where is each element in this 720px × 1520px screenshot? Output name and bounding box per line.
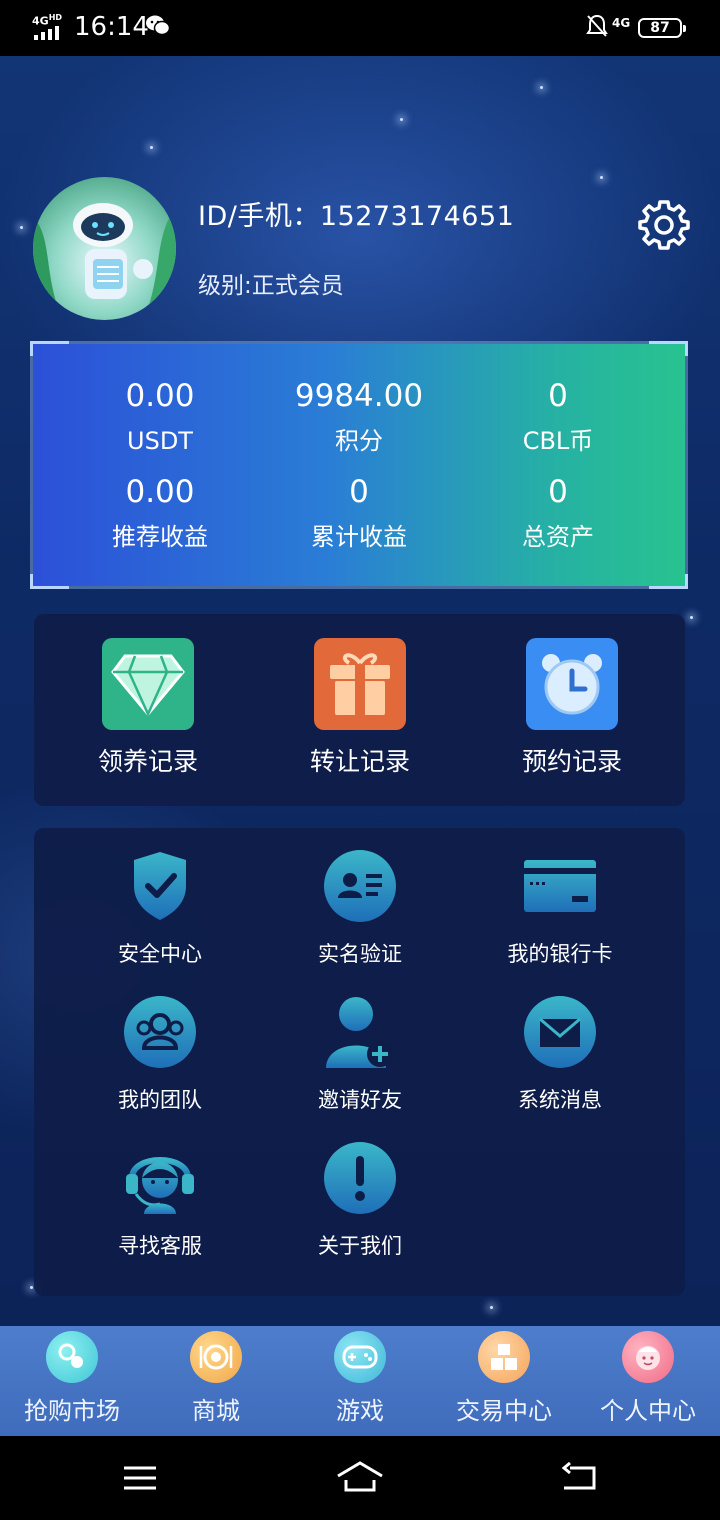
user-id-phone: ID/手机：15273174651: [198, 201, 515, 232]
asset-value: 0.00: [125, 474, 195, 510]
real-name-verification-button[interactable]: 实名验证: [260, 848, 460, 968]
corner-decoration: [649, 574, 688, 589]
tab-label: 个人中心: [600, 1397, 696, 1425]
headset-icon: [126, 1157, 194, 1214]
tab-label: 抢购市场: [24, 1397, 120, 1425]
service-label: 系统消息: [518, 1088, 602, 1112]
clock: 16:14: [74, 12, 149, 42]
alarm-clock-icon: [526, 638, 618, 730]
tab-rush-market[interactable]: 抢购市场: [0, 1326, 144, 1436]
asset-label: 积分: [335, 427, 383, 455]
wechat-icon: [146, 15, 170, 36]
tab-personal-center[interactable]: 个人中心: [576, 1326, 720, 1436]
asset-total-assets: 0 总资产: [458, 474, 658, 552]
service-label: 我的团队: [118, 1088, 202, 1112]
user-level: 级别:正式会员: [198, 273, 344, 299]
asset-value: 9984.00: [294, 378, 424, 414]
asset-label: 推荐收益: [112, 523, 208, 551]
transfer-records-button[interactable]: 转让记录: [260, 638, 460, 778]
asset-value: 0: [349, 474, 369, 510]
tab-label: 商城: [192, 1397, 240, 1425]
mail-icon: [524, 996, 596, 1068]
asset-label: 总资产: [522, 523, 594, 551]
robot-avatar-icon: [33, 203, 176, 320]
corner-decoration: [649, 341, 688, 356]
service-label: 安全中心: [118, 942, 202, 966]
about-us-button[interactable]: 关于我们: [260, 1140, 460, 1260]
shield-check-icon: [134, 852, 186, 920]
security-center-button[interactable]: 安全中心: [60, 848, 260, 968]
diamond-icon: [102, 638, 194, 730]
back-icon[interactable]: [560, 1462, 598, 1492]
plate-icon: [190, 1331, 242, 1383]
pacifier-icon: [46, 1331, 98, 1383]
reservation-records-button[interactable]: 预约记录: [472, 638, 672, 778]
add-user-icon: [326, 997, 393, 1068]
service-label: 邀请好友: [318, 1088, 402, 1112]
tab-games[interactable]: 游戏: [288, 1326, 432, 1436]
asset-value: 0: [548, 474, 568, 510]
asset-label: USDT: [127, 427, 193, 455]
asset-referral-earnings: 0.00 推荐收益: [60, 474, 260, 552]
asset-points: 9984.00 积分: [259, 378, 459, 456]
asset-label: CBL币: [522, 427, 594, 455]
gear-icon[interactable]: [638, 198, 690, 250]
gamepad-icon: [334, 1331, 386, 1383]
avatar[interactable]: [33, 177, 176, 320]
bottom-tab-bar: 抢购市场 商城 游戏 交易中心 个人中心: [0, 1326, 720, 1436]
status-bar: 4GHD 16:14 4G 87: [0, 0, 720, 56]
record-label: 预约记录: [521, 747, 622, 776]
assets-card: 0.00 USDT 9984.00 积分 0 CBL币 0.00 推荐收益 0 …: [30, 341, 688, 589]
asset-usdt: 0.00 USDT: [60, 378, 260, 456]
asset-value: 0: [548, 378, 568, 414]
record-label: 领养记录: [97, 747, 198, 776]
system-messages-button[interactable]: 系统消息: [460, 994, 660, 1114]
service-label: 实名验证: [318, 942, 402, 966]
tab-label: 交易中心: [456, 1397, 552, 1425]
my-team-button[interactable]: 我的团队: [60, 994, 260, 1114]
service-label: 我的银行卡: [507, 942, 613, 966]
id-card-icon: [324, 850, 396, 922]
tab-mall[interactable]: 商城: [144, 1326, 288, 1436]
corner-decoration: [30, 574, 69, 589]
invite-friends-button[interactable]: 邀请好友: [260, 994, 460, 1114]
records-panel: 领养记录 转让记录 预约记录: [34, 614, 685, 806]
record-label: 转让记录: [309, 747, 410, 776]
menu-icon[interactable]: [122, 1464, 158, 1492]
service-label: 关于我们: [318, 1234, 402, 1258]
team-icon: [124, 996, 196, 1068]
asset-value: 0.00: [125, 378, 195, 414]
system-navigation-bar: [0, 1436, 720, 1520]
bank-card-icon: [524, 860, 596, 912]
bank-card-button[interactable]: 我的银行卡: [460, 848, 660, 968]
asset-cbl: 0 CBL币: [458, 378, 658, 456]
signal-icon: [34, 26, 59, 40]
boxes-icon: [478, 1331, 530, 1383]
services-panel: 安全中心 实名验证 我的银行卡 我的团队 邀请好友 系统消息 寻找客服 关于我们: [34, 828, 685, 1296]
network-indicator-2: 4G: [612, 16, 631, 30]
asset-total-earnings: 0 累计收益: [259, 474, 459, 552]
service-label: 寻找客服: [118, 1234, 202, 1258]
asset-label: 累计收益: [311, 523, 407, 551]
mute-bell-icon: [586, 14, 608, 37]
adoption-records-button[interactable]: 领养记录: [48, 638, 248, 778]
customer-service-button[interactable]: 寻找客服: [60, 1140, 260, 1260]
info-icon: [324, 1142, 396, 1214]
baby-face-icon: [622, 1331, 674, 1383]
home-icon[interactable]: [336, 1460, 384, 1494]
corner-decoration: [30, 341, 69, 356]
tab-label: 游戏: [336, 1397, 384, 1425]
gift-icon: [314, 638, 406, 730]
tab-trading-center[interactable]: 交易中心: [432, 1326, 576, 1436]
battery-indicator: 87: [638, 18, 686, 38]
